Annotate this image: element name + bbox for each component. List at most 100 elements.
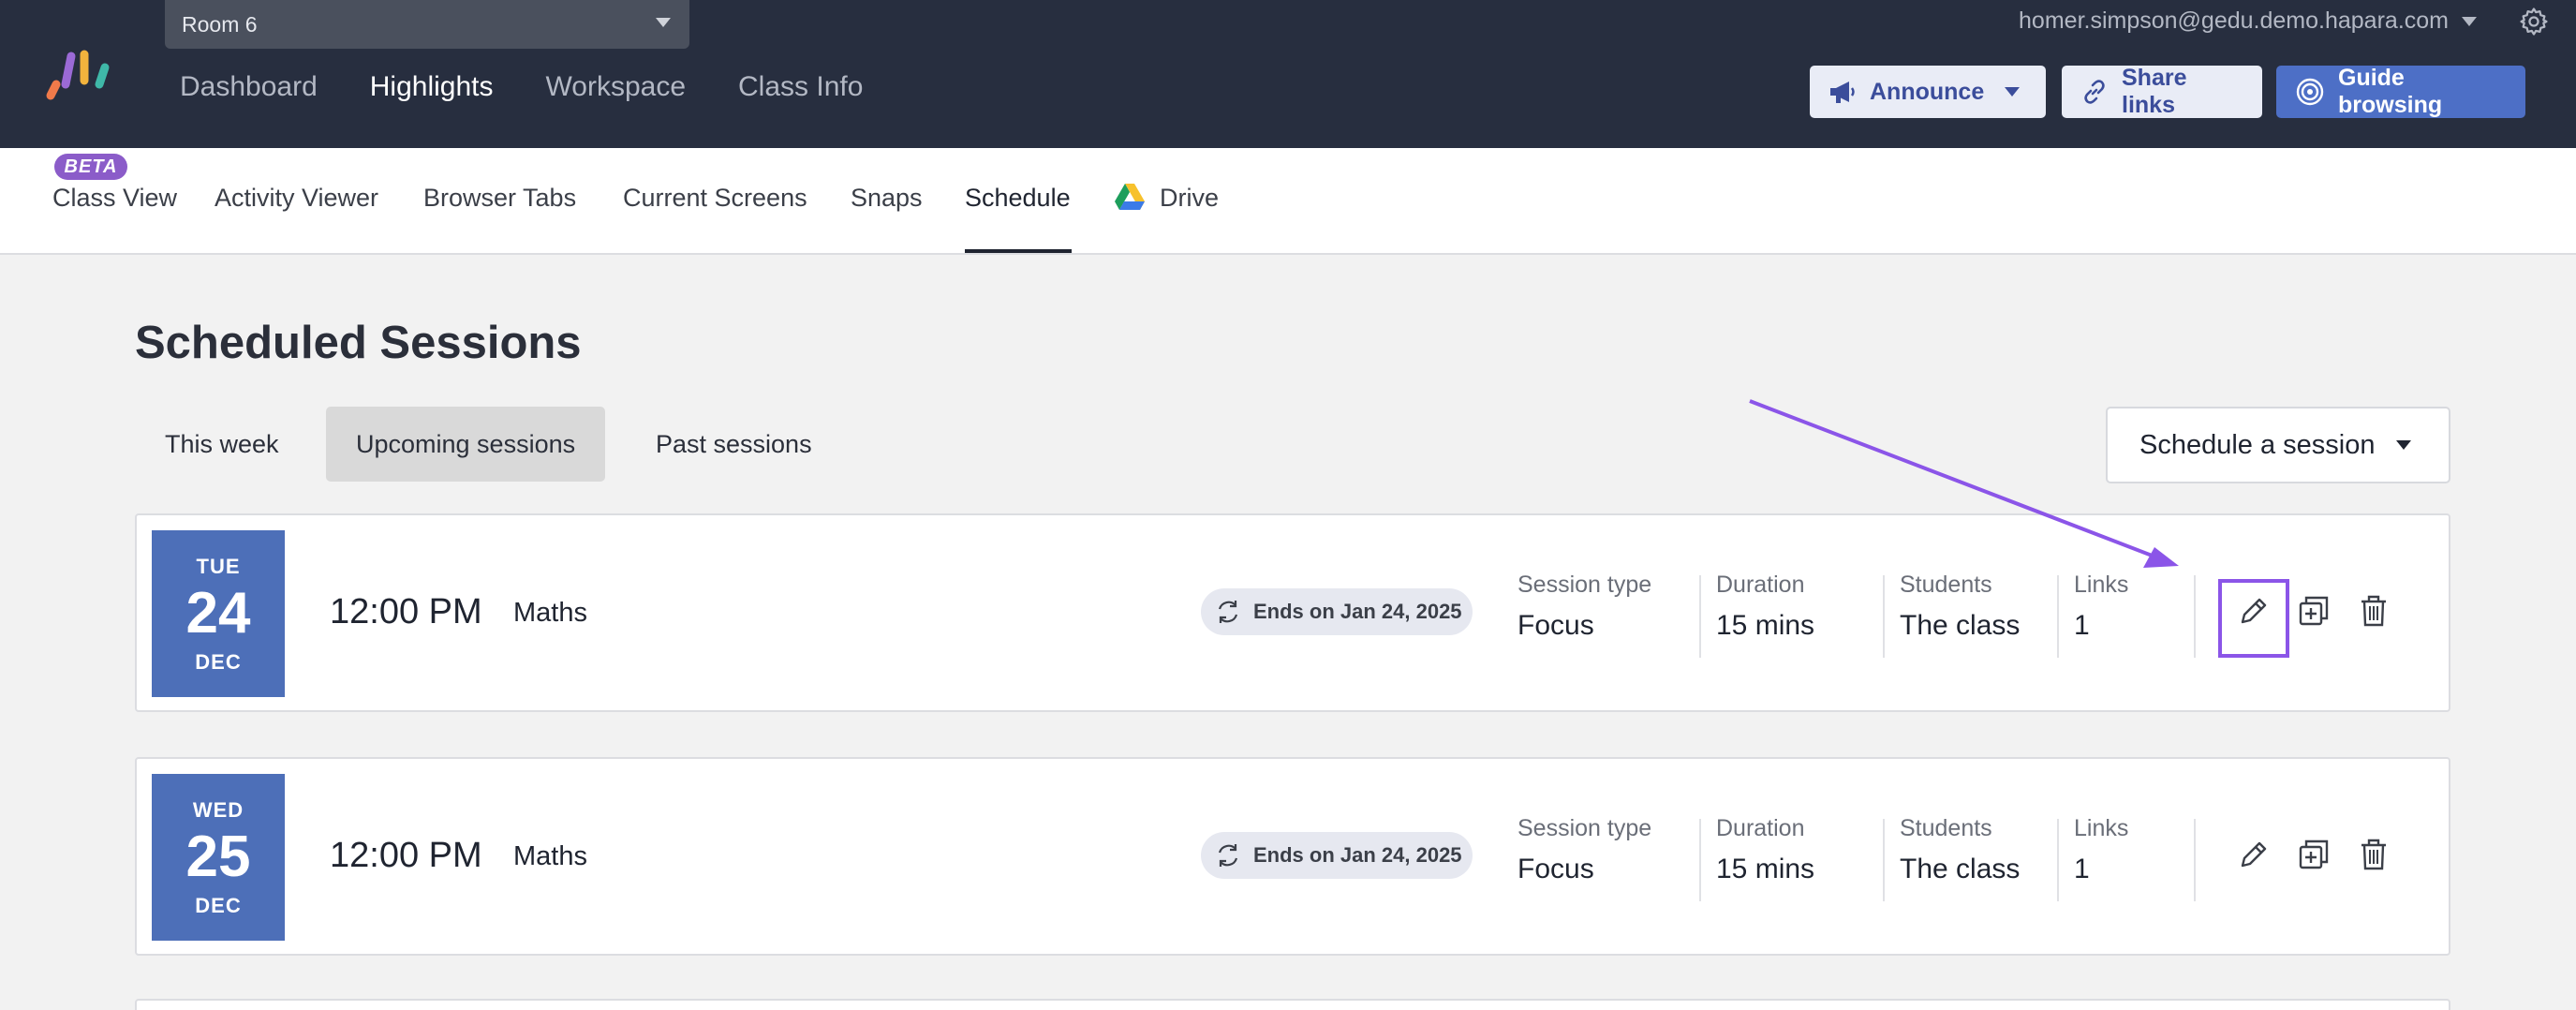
students-value: The class (1900, 610, 2021, 641)
chevron-down-icon (656, 18, 671, 27)
session-duration: Duration 15 mins (1716, 815, 1814, 885)
session-students: Students The class (1900, 815, 2020, 885)
duration-label: Duration (1716, 572, 1805, 598)
session-card: WED 25 DEC 12:00 PM Maths Ends on Jan 24… (135, 757, 2450, 956)
announce-button[interactable]: Announce (1810, 66, 2046, 118)
chevron-down-icon (2005, 87, 2021, 97)
recurrence-end-date: Ends on Jan 24, 2025 (1253, 600, 1462, 623)
students-value: The class (1900, 854, 2021, 884)
pencil-icon[interactable] (2235, 592, 2273, 630)
nav-highlights[interactable]: Highlights (370, 71, 494, 103)
guide-browsing-label: Guide browsing (2338, 65, 2443, 118)
filter-this-week[interactable]: This week (135, 407, 309, 482)
share-links-label: Share links (2122, 65, 2187, 118)
session-type-label: Session type (1517, 815, 1652, 841)
tab-activity-viewer[interactable]: Activity Viewer (215, 184, 378, 213)
session-card: TUE 24 DEC 12:00 PM Maths Ends on Jan 24… (135, 513, 2450, 712)
session-date: TUE 24 DEC (152, 530, 285, 697)
links-value: 1 (2074, 854, 2090, 884)
room-selector-label: Room 6 (182, 11, 258, 37)
chevron-down-icon (2462, 16, 2477, 26)
links-value: 1 (2074, 610, 2090, 641)
recurring-icon (1218, 844, 1238, 867)
session-date: WED 25 DEC (152, 774, 285, 941)
session-time: 12:00 PM (330, 836, 482, 875)
page-title: Scheduled Sessions (135, 318, 582, 368)
active-tab-indicator (965, 249, 1072, 253)
session-students: Students The class (1900, 572, 2020, 642)
trash-icon[interactable] (2355, 592, 2392, 630)
session-card (135, 999, 2450, 1010)
google-drive-icon (1115, 184, 1145, 210)
hapara-logo-icon[interactable] (43, 47, 122, 103)
tab-drive[interactable]: Drive (1160, 184, 1219, 213)
duplicate-icon[interactable] (2295, 592, 2332, 630)
duration-value: 15 mins (1716, 610, 1815, 641)
schedule-session-button[interactable]: Schedule a session (2106, 407, 2450, 483)
nav-workspace[interactable]: Workspace (546, 71, 687, 103)
divider (1699, 819, 1701, 901)
recurrence-badge: Ends on Jan 24, 2025 (1201, 832, 1473, 879)
links-label: Links (2074, 572, 2129, 598)
divider (1883, 575, 1885, 658)
session-type-value: Focus (1517, 610, 1594, 641)
session-subject: Maths (513, 841, 587, 871)
session-subject: Maths (513, 598, 587, 628)
guide-browsing-button[interactable]: Guide browsing (2276, 65, 2525, 118)
filter-past-sessions[interactable]: Past sessions (626, 407, 842, 482)
nav-dashboard[interactable]: Dashboard (180, 71, 318, 103)
filter-upcoming-sessions[interactable]: Upcoming sessions (326, 407, 606, 482)
beta-badge: BETA (54, 154, 127, 180)
session-month: DEC (195, 894, 242, 917)
session-type: Session type Focus (1517, 572, 1651, 642)
pencil-icon[interactable] (2235, 836, 2273, 873)
tab-snaps[interactable]: Snaps (851, 184, 923, 213)
divider (2057, 575, 2059, 658)
nav-class-info[interactable]: Class Info (738, 71, 863, 103)
session-type: Session type Focus (1517, 815, 1651, 885)
link-icon (2084, 80, 2105, 104)
session-day: 24 (185, 581, 251, 646)
target-icon (2296, 78, 2324, 106)
gear-icon[interactable] (2518, 6, 2550, 37)
session-type-value: Focus (1517, 854, 1594, 884)
session-duration: Duration 15 mins (1716, 572, 1814, 642)
tab-current-screens[interactable]: Current Screens (623, 184, 807, 213)
app-header: Room 6 Dashboard Highlights Workspace Cl… (0, 0, 2576, 148)
session-links: Links 1 (2074, 815, 2128, 885)
announce-label: Announce (1870, 78, 1985, 105)
session-day: 25 (185, 824, 251, 889)
divider (2194, 819, 2196, 901)
user-menu[interactable]: homer.simpson@gedu.demo.hapara.com (2019, 7, 2501, 35)
schedule-session-label: Schedule a session (2139, 429, 2376, 460)
session-type-label: Session type (1517, 572, 1652, 598)
recurring-icon (1218, 601, 1238, 623)
view-tabs: BETA Class View Activity Viewer Browser … (0, 148, 2576, 255)
session-month: DEC (195, 650, 242, 674)
tab-browser-tabs[interactable]: Browser Tabs (423, 184, 576, 213)
links-label: Links (2074, 815, 2129, 841)
students-label: Students (1900, 572, 1992, 598)
divider (1883, 819, 1885, 901)
duration-value: 15 mins (1716, 854, 1815, 884)
session-weekday: TUE (196, 555, 241, 578)
tab-schedule[interactable]: Schedule (965, 184, 1071, 213)
room-selector[interactable]: Room 6 (165, 0, 689, 49)
session-time: 12:00 PM (330, 592, 482, 631)
duplicate-icon[interactable] (2295, 836, 2332, 873)
tab-class-view[interactable]: Class View (52, 184, 177, 213)
main-nav: Dashboard Highlights Workspace Class Inf… (180, 71, 915, 103)
duration-label: Duration (1716, 815, 1805, 841)
recurrence-badge: Ends on Jan 24, 2025 (1201, 588, 1473, 635)
divider (1699, 575, 1701, 658)
chevron-down-icon (2396, 440, 2411, 450)
divider (2194, 575, 2196, 658)
share-links-button[interactable]: Share links (2062, 65, 2262, 118)
session-weekday: WED (192, 798, 244, 822)
megaphone-icon (1830, 82, 1855, 103)
session-links: Links 1 (2074, 572, 2128, 642)
recurrence-end-date: Ends on Jan 24, 2025 (1253, 843, 1462, 867)
trash-icon[interactable] (2355, 836, 2392, 873)
divider (2057, 819, 2059, 901)
students-label: Students (1900, 815, 1992, 841)
